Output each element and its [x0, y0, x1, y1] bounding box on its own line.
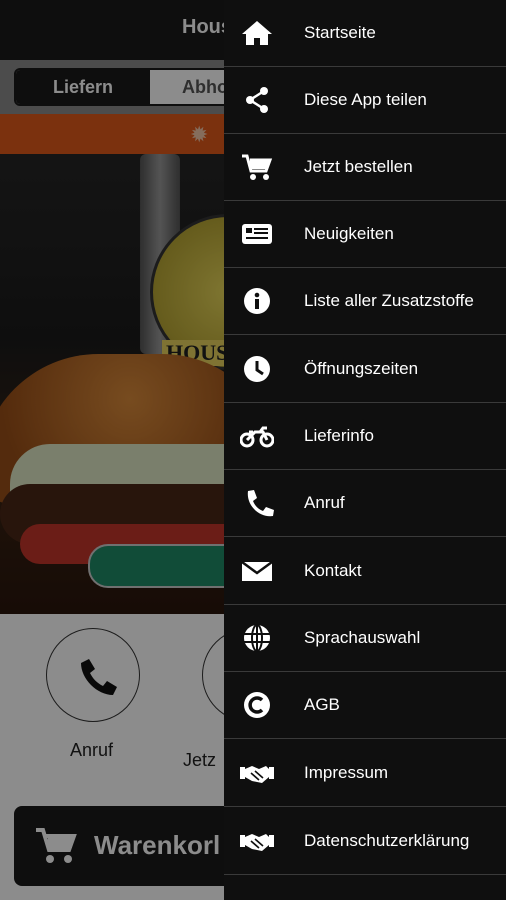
share-icon — [246, 87, 268, 113]
motorcycle-icon — [240, 426, 274, 448]
drawer-item-label: Sprachauswahl — [304, 628, 421, 647]
navigation-drawer: Startseite Diese App teilen Jetzt bestel… — [224, 0, 506, 900]
clock-icon — [244, 356, 270, 382]
drawer-item-additives[interactable]: Liste aller Zusatzstoffe — [224, 268, 506, 335]
drawer-item-label: Anruf — [304, 493, 345, 512]
drawer-item-news[interactable]: Neuigkeiten — [224, 201, 506, 268]
handshake-icon — [240, 766, 274, 783]
drawer-item-label: Lieferinfo — [304, 426, 374, 445]
drawer-item-privacy[interactable]: Datenschutzerklärung — [224, 808, 506, 875]
drawer-item-imprint[interactable]: Impressum — [224, 740, 506, 807]
drawer-item-label: Liste aller Zusatzstoffe — [304, 291, 474, 310]
drawer-item-agb[interactable]: AGB — [224, 672, 506, 739]
drawer-item-label: Neuigkeiten — [304, 224, 394, 243]
drawer-item-label: Impressum — [304, 763, 389, 782]
news-icon — [242, 224, 272, 244]
globe-icon — [244, 624, 270, 652]
handshake-icon — [240, 834, 274, 851]
drawer-item-opening-hours[interactable]: Öffnungszeiten — [224, 336, 506, 403]
drawer-item-language[interactable]: Sprachauswahl — [224, 605, 506, 672]
drawer-item-label: Startseite — [304, 23, 376, 42]
phone-icon — [247, 490, 274, 517]
drawer-item-share[interactable]: Diese App teilen — [224, 67, 506, 134]
home-icon — [242, 21, 272, 45]
drawer-item-label: Datenschutzerklärung — [304, 831, 470, 850]
info-icon — [244, 288, 270, 314]
cart-icon — [242, 154, 273, 180]
drawer-item-startseite[interactable]: Startseite — [224, 0, 506, 67]
drawer-item-label: AGB — [304, 695, 340, 714]
envelope-icon — [241, 560, 273, 581]
drawer-item-label: Öffnungszeiten — [304, 359, 419, 378]
drawer-item-contact[interactable]: Kontakt — [224, 538, 506, 605]
drawer-item-call[interactable]: Anruf — [224, 470, 506, 537]
drawer-item-label: Kontakt — [304, 561, 362, 580]
drawer-item-label: Jetzt bestellen — [304, 157, 413, 176]
drawer-item-label: Diese App teilen — [304, 90, 427, 109]
drawer-item-order[interactable]: Jetzt bestellen — [224, 134, 506, 201]
drawer-item-delivery-info[interactable]: Lieferinfo — [224, 403, 506, 470]
copyright-icon — [244, 692, 270, 718]
